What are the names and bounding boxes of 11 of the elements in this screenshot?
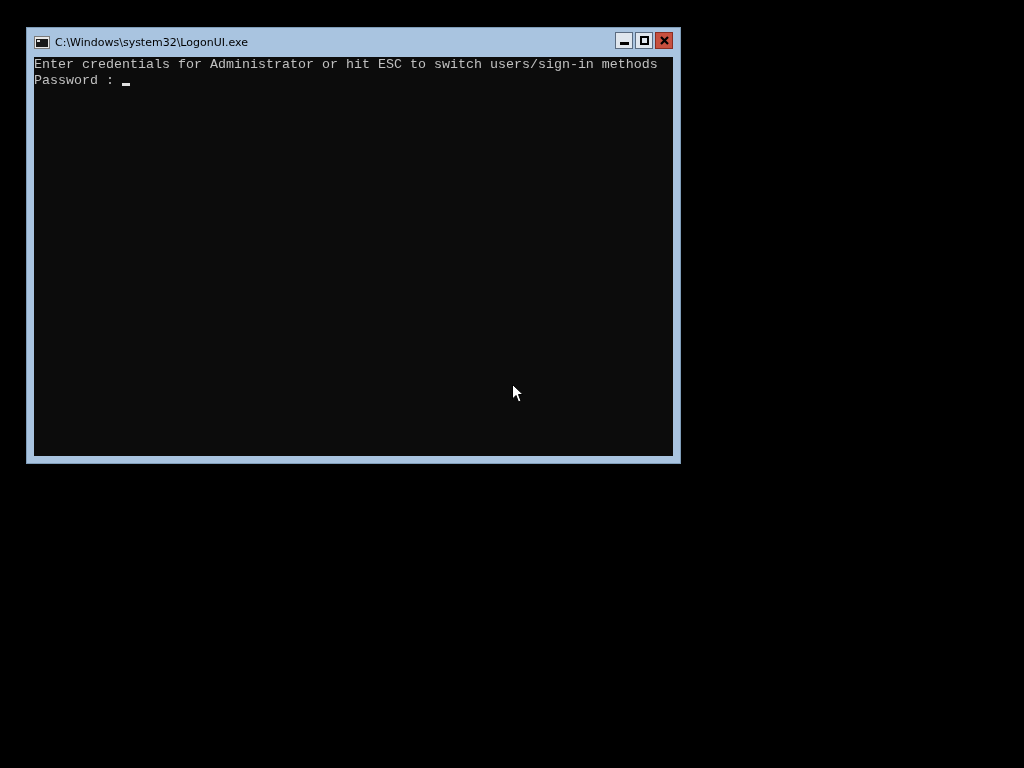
maximize-button[interactable] xyxy=(635,32,653,49)
console-icon xyxy=(34,36,50,49)
console-text: Enter credentials for Administrator or hit ESC to switch users/sign-in methods xyxy=(34,57,659,73)
maximize-icon xyxy=(639,36,649,45)
minimize-button[interactable] xyxy=(615,32,633,49)
text-cursor xyxy=(122,83,130,86)
close-button[interactable] xyxy=(655,32,673,49)
password-prompt: Password : xyxy=(34,73,114,89)
window-title: C:\Windows\system32\LogonUI.exe xyxy=(55,36,250,49)
mouse-pointer-icon xyxy=(512,384,524,403)
close-icon xyxy=(659,36,669,45)
